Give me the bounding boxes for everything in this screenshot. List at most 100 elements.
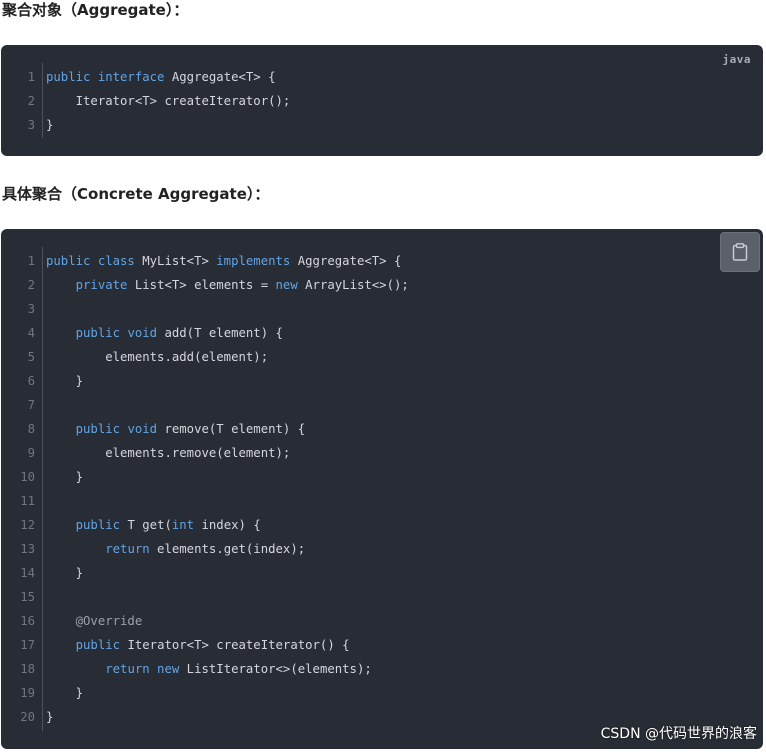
code-line: 2 Iterator<T> createIterator();: [1, 89, 763, 113]
code-keyword: public void: [75, 326, 158, 340]
code-text: return new ListIterator<>(elements);: [46, 657, 372, 681]
code-token: }: [46, 710, 54, 724]
line-number: 4: [27, 326, 35, 340]
code-token: remove(T element) {: [157, 422, 306, 436]
code-token: MyList<T>: [134, 254, 217, 268]
code-text: }: [46, 369, 83, 393]
line-number: 6: [27, 374, 35, 388]
code-line: 18 return new ListIterator<>(elements);: [1, 657, 763, 681]
code-keyword: return: [105, 542, 150, 556]
line-number: 3: [27, 118, 35, 132]
code-text: elements.remove(element);: [46, 441, 290, 465]
code-keyword: return new: [105, 662, 180, 676]
code-keyword: new: [275, 278, 298, 292]
code-line: 2 private List<T> elements = new ArrayLi…: [1, 273, 763, 297]
line-number: 15: [20, 590, 35, 604]
line-number: 5: [27, 350, 35, 364]
code-line: 4 public void add(T element) {: [1, 321, 763, 345]
code-text: return elements.get(index);: [46, 537, 305, 561]
code-keyword: public: [75, 518, 121, 532]
line-number: 12: [20, 518, 35, 532]
code-token: }: [46, 118, 54, 132]
line-number: 10: [20, 470, 35, 484]
code-text: public interface Aggregate<T> {: [46, 65, 276, 89]
code-token: elements.add(element);: [46, 350, 269, 364]
code-line: 1 public class MyList<T> implements Aggre…: [1, 249, 763, 273]
code-token: elements.remove(element);: [46, 446, 291, 460]
code-text: public Iterator<T> createIterator() {: [46, 633, 350, 657]
code-token: Aggregate<T> {: [290, 254, 402, 268]
line-number: 20: [20, 710, 35, 724]
line-number: 2: [27, 278, 35, 292]
code-keyword: int: [171, 518, 195, 532]
line-number: 1: [27, 254, 35, 268]
code-token: Aggregate<T> {: [164, 70, 276, 84]
code-text: public void remove(T element) {: [46, 417, 306, 441]
code-token: elements.get(index);: [149, 542, 306, 556]
code-text: }: [46, 705, 53, 729]
code-token: Iterator<T> createIterator();: [46, 94, 291, 108]
code-token: ArrayList<>();: [297, 278, 409, 292]
code-line: 11: [1, 489, 763, 513]
code-line: 16 @Override: [1, 609, 763, 633]
code-keyword: public class: [46, 254, 135, 268]
line-number: 11: [20, 494, 35, 508]
code-annotation: @Override: [46, 614, 143, 628]
code-token: T get(: [120, 518, 172, 532]
code-line: 3: [1, 297, 763, 321]
code-line: 10 }: [1, 465, 763, 489]
code-block-aggregate: java 1 public interface Aggregate<T> {2 I…: [1, 45, 763, 156]
line-number: 16: [20, 614, 35, 628]
csdn-watermark: CSDN @代码世界的浪客: [600, 726, 757, 742]
code-keyword: implements: [216, 254, 291, 268]
code-line: 5 elements.add(element);: [1, 345, 763, 369]
code-line: 6 }: [1, 369, 763, 393]
code-token: }: [46, 470, 84, 484]
line-number: 2: [27, 94, 35, 108]
code-line: 7: [1, 393, 763, 417]
code-keyword: public: [75, 638, 121, 652]
code-line: 12 public T get(int index) {: [1, 513, 763, 537]
code-line: 15: [1, 585, 763, 609]
code-text: public void add(T element) {: [46, 321, 283, 345]
code-text: }: [46, 465, 83, 489]
code-text: public T get(int index) {: [46, 513, 261, 537]
code-text: @Override: [46, 609, 143, 633]
code-keyword: public interface: [46, 70, 165, 84]
code-text: }: [46, 113, 53, 137]
code-token: }: [46, 374, 84, 388]
code-token: }: [46, 686, 84, 700]
code-text: public class MyList<T> implements Aggreg…: [46, 249, 401, 273]
code-line: 8 public void remove(T element) {: [1, 417, 763, 441]
line-number: 9: [27, 446, 35, 460]
code-text: }: [46, 561, 83, 585]
code-text: Iterator<T> createIterator();: [46, 89, 291, 113]
line-number: 17: [20, 638, 35, 652]
line-number: 1: [27, 70, 35, 84]
heading-concrete-aggregate: 具体聚合（Concrete Aggregate）：: [2, 185, 270, 203]
code-line: 14 }: [1, 561, 763, 585]
line-number: 18: [20, 662, 35, 676]
code-line: 3}: [1, 113, 763, 137]
line-number: 8: [27, 422, 35, 436]
line-number: 3: [27, 302, 35, 316]
code-token: List<T> elements =: [127, 278, 276, 292]
heading-aggregate: 聚合对象（Aggregate）：: [2, 1, 189, 19]
code-line: 17 public Iterator<T> createIterator() {: [1, 633, 763, 657]
code-token: index) {: [194, 518, 261, 532]
line-number: 14: [20, 566, 35, 580]
code-line: 9 elements.remove(element);: [1, 441, 763, 465]
code-text: }: [46, 681, 83, 705]
code-line: 13 return elements.get(index);: [1, 537, 763, 561]
code-text: private List<T> elements = new ArrayList…: [46, 273, 409, 297]
code-keyword: public void: [75, 422, 158, 436]
line-number: 13: [20, 542, 35, 556]
code-token: Iterator<T> createIterator() {: [120, 638, 350, 652]
